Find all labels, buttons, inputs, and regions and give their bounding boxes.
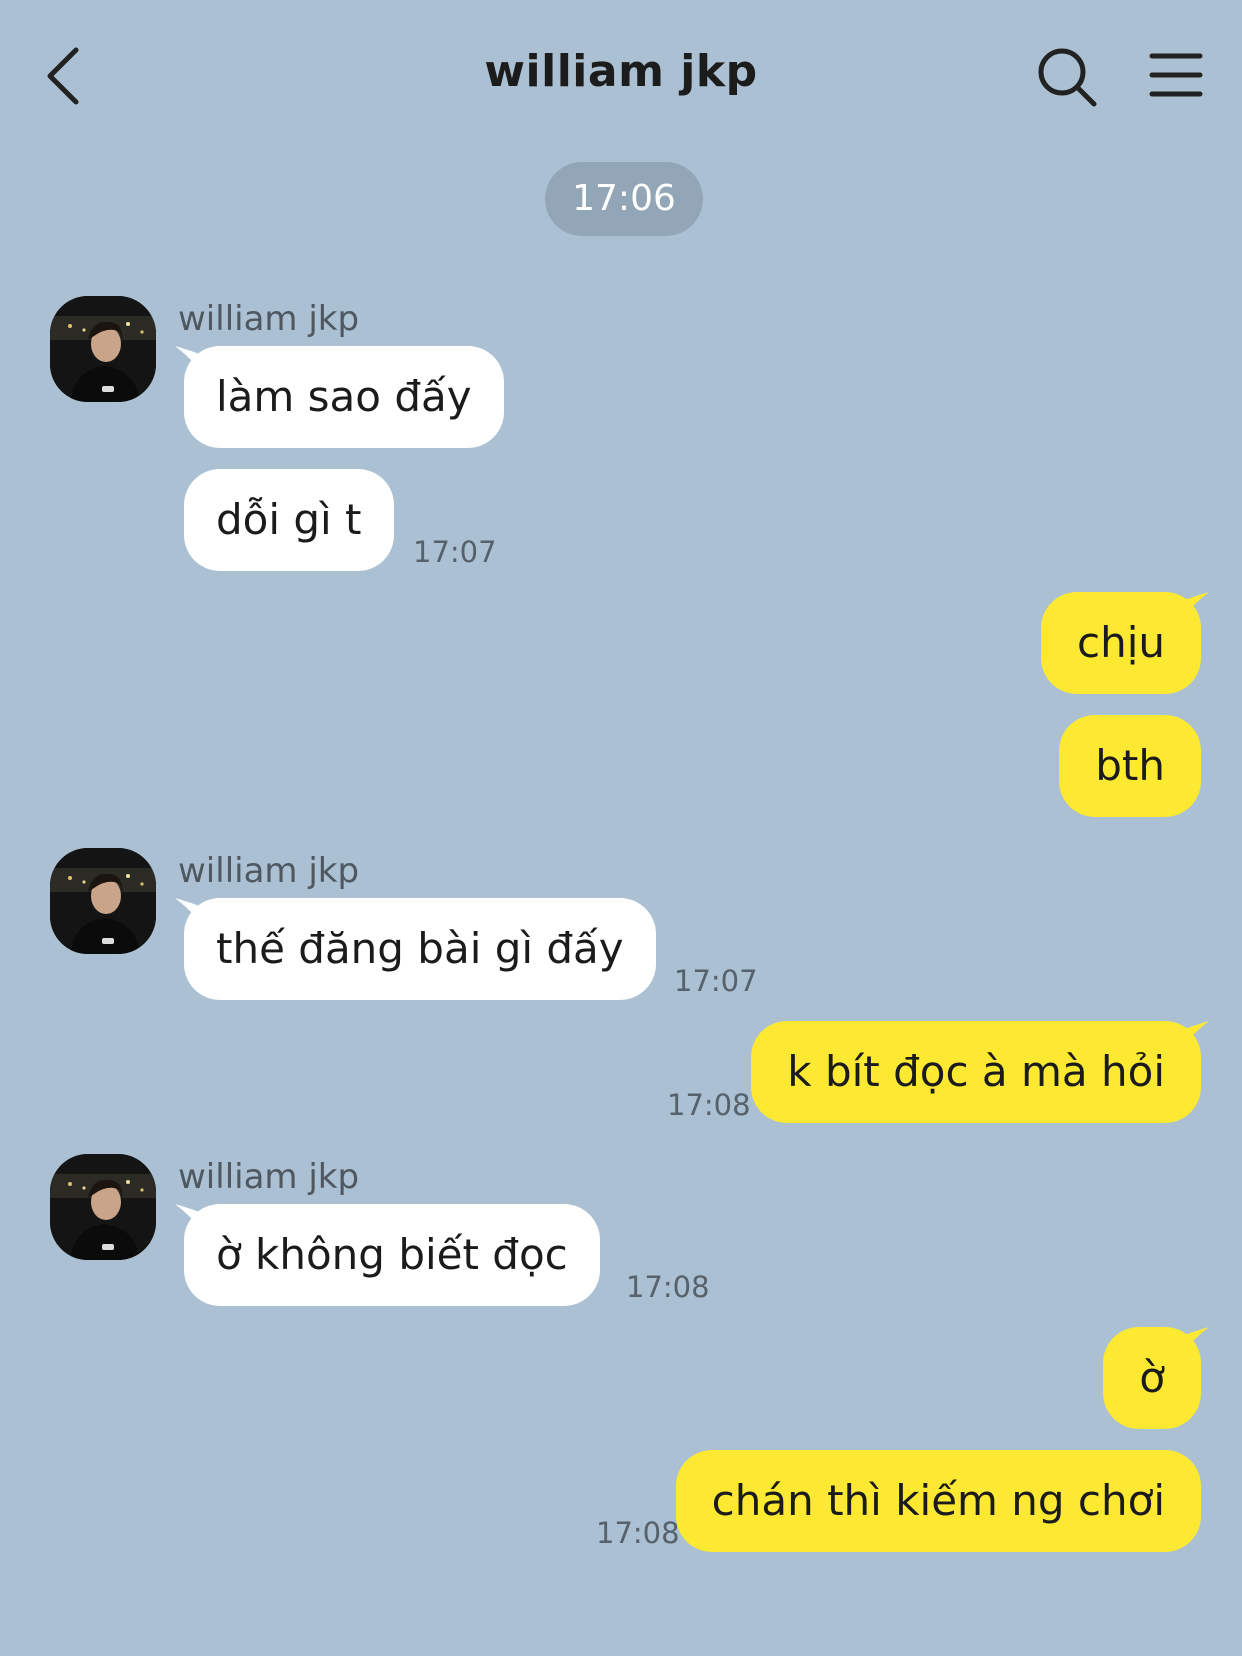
outgoing-message-bubble[interactable]: bth [1059,715,1201,817]
avatar[interactable] [50,1154,156,1260]
message-text: ờ không biết đọc [216,1230,568,1279]
sender-name: william jkp [178,1157,360,1197]
bubble-tail [1179,1021,1209,1051]
outgoing-message-bubble[interactable]: k bít đọc à mà hỏi [751,1021,1209,1123]
message-text: dỗi gì t [216,495,362,544]
message-timestamp: 17:08 [667,1088,751,1122]
message-text: chán thì kiếm ng chơi [711,1476,1165,1525]
profile-photo [50,296,156,402]
chat-header: william jkp [0,0,1242,150]
incoming-message-bubble[interactable]: thế đăng bài gì đấy [175,898,656,1000]
profile-photo [50,1154,156,1260]
message-text: làm sao đấy [216,372,472,421]
bubble-tail [1179,1327,1209,1357]
message-timestamp: 17:08 [596,1516,680,1550]
incoming-message-bubble[interactable]: dỗi gì t [184,469,394,571]
date-divider: 17:06 [545,162,703,236]
bubble-tail [175,898,205,928]
sender-name: william jkp [178,851,360,891]
avatar[interactable] [50,848,156,954]
message-text: ờ [1139,1353,1165,1402]
bubble-tail [1179,592,1209,622]
search-button[interactable] [1036,46,1100,110]
message-text: k bít đọc à mà hỏi [787,1047,1165,1096]
profile-photo [50,848,156,954]
bubble-tail [175,346,205,376]
outgoing-message-bubble[interactable]: chán thì kiếm ng chơi [675,1450,1201,1552]
search-icon [1038,48,1097,107]
outgoing-message-bubble[interactable]: chịu [1041,592,1209,694]
message-text: thế đăng bài gì đấy [216,924,624,973]
message-timestamp: 17:07 [413,535,497,569]
message-text: bth [1095,741,1165,790]
message-text: chịu [1077,618,1165,667]
incoming-message-bubble[interactable]: ờ không biết đọc [175,1204,600,1306]
sender-name: william jkp [178,299,360,339]
avatar[interactable] [50,296,156,402]
message-timestamp: 17:08 [626,1270,710,1304]
bubble-tail [175,1204,205,1234]
hamburger-menu-icon [1149,53,1203,97]
message-timestamp: 17:07 [674,964,758,998]
incoming-message-bubble[interactable]: làm sao đấy [175,346,504,448]
menu-button[interactable] [1148,50,1204,100]
outgoing-message-bubble[interactable]: ờ [1103,1327,1209,1429]
